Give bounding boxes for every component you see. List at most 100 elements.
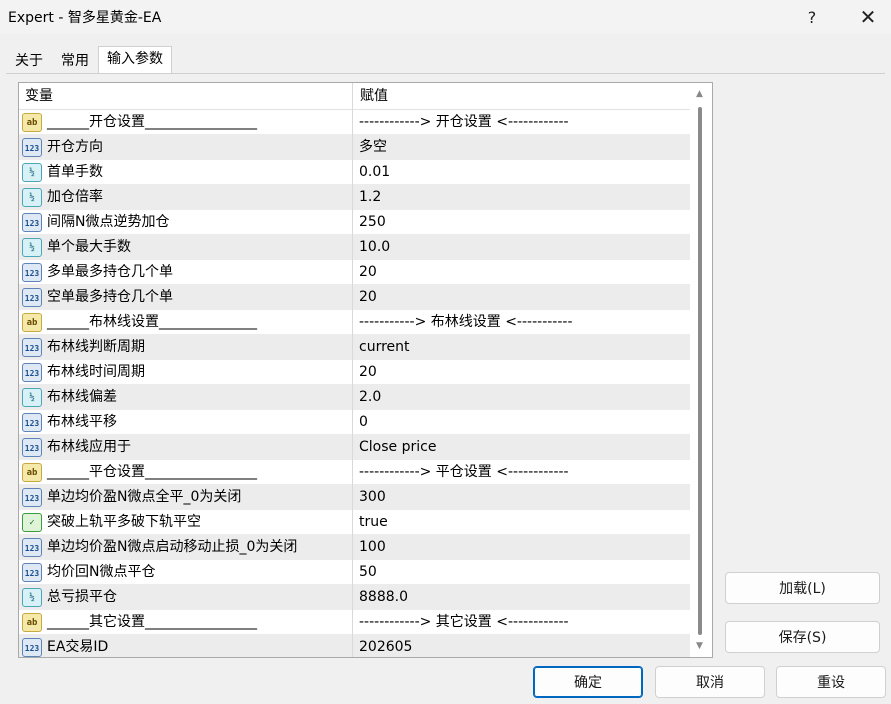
- value-cell[interactable]: 100: [359, 535, 386, 560]
- variable-cell[interactable]: ab ______开仓设置________________: [19, 110, 353, 135]
- string-type-icon: ab: [22, 463, 42, 482]
- table-row[interactable]: 123 布林线平移 0: [19, 410, 690, 435]
- value-cell[interactable]: 20: [359, 360, 377, 385]
- variable-name: 多单最多持仓几个单: [47, 264, 173, 280]
- column-header-variable[interactable]: 变量: [19, 83, 353, 110]
- table-row[interactable]: 123 EA交易ID 202605: [19, 635, 690, 657]
- table-row[interactable]: ✓ 突破上轨平多破下轨平空 true: [19, 510, 690, 535]
- table-row[interactable]: 123 多单最多持仓几个单 20: [19, 260, 690, 285]
- variable-cell[interactable]: 123 布林线应用于: [19, 435, 353, 460]
- variable-name: 单个最大手数: [47, 239, 131, 255]
- integer-type-icon: 123: [22, 213, 42, 232]
- variable-cell[interactable]: 123 单边均价盈N微点启动移动止损_0为关闭: [19, 535, 353, 560]
- table-row[interactable]: 123 布林线应用于 Close price: [19, 435, 690, 460]
- value-cell[interactable]: 202605: [359, 635, 412, 657]
- variable-name: 单边均价盈N微点全平_0为关闭: [47, 489, 242, 505]
- bool-type-icon: ✓: [22, 513, 42, 532]
- variable-cell[interactable]: ½ 总亏损平仓: [19, 585, 353, 610]
- table-row[interactable]: 123 单边均价盈N微点启动移动止损_0为关闭 100: [19, 535, 690, 560]
- value-cell[interactable]: 20: [359, 260, 377, 285]
- value-cell[interactable]: ------------> 开仓设置 <------------: [359, 110, 569, 135]
- value-cell[interactable]: 300: [359, 485, 386, 510]
- table-row[interactable]: ab ______布林线设置______________ -----------> …: [19, 310, 690, 335]
- help-button[interactable]: ?: [792, 2, 832, 32]
- table-row[interactable]: 123 均价回N微点平仓 50: [19, 560, 690, 585]
- value-cell[interactable]: ------------> 其它设置 <------------: [359, 610, 569, 635]
- table-row[interactable]: ½ 布林线偏差 2.0: [19, 385, 690, 410]
- ok-button[interactable]: 确定: [533, 666, 643, 698]
- value-cell[interactable]: 250: [359, 210, 386, 235]
- variable-cell[interactable]: 123 间隔N微点逆势加仓: [19, 210, 353, 235]
- cancel-button[interactable]: 取消: [655, 666, 765, 698]
- value-cell[interactable]: ------------> 平仓设置 <------------: [359, 460, 569, 485]
- double-type-icon: ½: [22, 188, 42, 207]
- table-row[interactable]: ab ______开仓设置________________ ------------…: [19, 110, 690, 135]
- table-row[interactable]: 123 空单最多持仓几个单 20: [19, 285, 690, 310]
- variable-name: 布林线偏差: [47, 389, 117, 405]
- table-row[interactable]: ½ 总亏损平仓 8888.0: [19, 585, 690, 610]
- value-cell[interactable]: 8888.0: [359, 585, 408, 610]
- string-type-icon: ab: [22, 113, 42, 132]
- variable-cell[interactable]: ½ 首单手数: [19, 160, 353, 185]
- variable-cell[interactable]: ab ______其它设置________________: [19, 610, 353, 635]
- scroll-down-icon[interactable]: ▼: [696, 641, 703, 651]
- value-cell[interactable]: 50: [359, 560, 377, 585]
- table-row[interactable]: ab ______平仓设置________________ ------------…: [19, 460, 690, 485]
- value-cell[interactable]: 1.2: [359, 185, 381, 210]
- table-row[interactable]: ½ 单个最大手数 10.0: [19, 235, 690, 260]
- table-row[interactable]: 123 布林线判断周期 current: [19, 335, 690, 360]
- scrollbar-thumb[interactable]: [698, 107, 702, 635]
- table-row[interactable]: 123 单边均价盈N微点全平_0为关闭 300: [19, 485, 690, 510]
- variable-cell[interactable]: 123 布林线时间周期: [19, 360, 353, 385]
- integer-type-icon: 123: [22, 638, 42, 657]
- tab-about[interactable]: 关于: [6, 48, 52, 74]
- double-type-icon: ½: [22, 588, 42, 607]
- variable-cell[interactable]: 123 空单最多持仓几个单: [19, 285, 353, 310]
- value-cell[interactable]: -----------> 布林线设置 <-----------: [359, 310, 573, 335]
- variable-cell[interactable]: 123 多单最多持仓几个单: [19, 260, 353, 285]
- variable-cell[interactable]: ab ______平仓设置________________: [19, 460, 353, 485]
- variable-cell[interactable]: 123 布林线平移: [19, 410, 353, 435]
- variable-cell[interactable]: ab ______布林线设置______________: [19, 310, 353, 335]
- variable-cell[interactable]: 123 均价回N微点平仓: [19, 560, 353, 585]
- table-row[interactable]: ab ______其它设置________________ ------------…: [19, 610, 690, 635]
- table-row[interactable]: 123 间隔N微点逆势加仓 250: [19, 210, 690, 235]
- variable-cell[interactable]: ½ 布林线偏差: [19, 385, 353, 410]
- value-cell[interactable]: current: [359, 335, 410, 360]
- scroll-up-icon[interactable]: ▲: [696, 89, 703, 99]
- save-button[interactable]: 保存(S): [725, 621, 880, 653]
- title-bar: Expert - 智多星黄金-EA ? ✕: [0, 0, 891, 34]
- value-cell[interactable]: 20: [359, 285, 377, 310]
- grid-header: 变量 赋值: [19, 83, 690, 110]
- value-cell[interactable]: 10.0: [359, 235, 390, 260]
- integer-type-icon: 123: [22, 413, 42, 432]
- value-cell[interactable]: 2.0: [359, 385, 381, 410]
- table-row[interactable]: 123 布林线时间周期 20: [19, 360, 690, 385]
- tab-common[interactable]: 常用: [52, 48, 98, 74]
- variable-cell[interactable]: ✓ 突破上轨平多破下轨平空: [19, 510, 353, 535]
- value-cell[interactable]: Close price: [359, 435, 436, 460]
- table-row[interactable]: ½ 首单手数 0.01: [19, 160, 690, 185]
- vertical-scrollbar[interactable]: ▲ ▼: [690, 83, 712, 657]
- variable-name: 突破上轨平多破下轨平空: [47, 514, 201, 530]
- column-header-value[interactable]: 赋值: [353, 83, 690, 110]
- string-type-icon: ab: [22, 313, 42, 332]
- variable-cell[interactable]: 123 布林线判断周期: [19, 335, 353, 360]
- variable-cell[interactable]: ½ 单个最大手数: [19, 235, 353, 260]
- load-button[interactable]: 加载(L): [725, 572, 880, 604]
- value-cell[interactable]: 0.01: [359, 160, 390, 185]
- value-cell[interactable]: true: [359, 510, 388, 535]
- string-type-icon: ab: [22, 613, 42, 632]
- variable-cell[interactable]: 123 EA交易ID: [19, 635, 353, 657]
- integer-type-icon: 123: [22, 288, 42, 307]
- table-row[interactable]: 123 开仓方向 多空: [19, 135, 690, 160]
- close-button[interactable]: ✕: [848, 2, 888, 32]
- reset-button[interactable]: 重设: [776, 666, 886, 698]
- variable-cell[interactable]: 123 开仓方向: [19, 135, 353, 160]
- variable-cell[interactable]: ½ 加仓倍率: [19, 185, 353, 210]
- value-cell[interactable]: 0: [359, 410, 368, 435]
- tab-inputs[interactable]: 输入参数: [98, 46, 172, 74]
- variable-cell[interactable]: 123 单边均价盈N微点全平_0为关闭: [19, 485, 353, 510]
- table-row[interactable]: ½ 加仓倍率 1.2: [19, 185, 690, 210]
- value-cell[interactable]: 多空: [359, 135, 387, 160]
